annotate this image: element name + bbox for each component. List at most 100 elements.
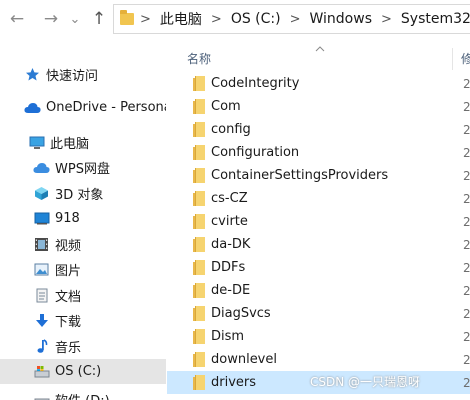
star-icon xyxy=(24,66,41,83)
sidebar-item-label: 3D 对象 xyxy=(55,188,104,203)
sidebar-item-documents[interactable]: 文档 xyxy=(0,283,166,308)
file-list: 名称 修 CodeIntegrity 2 Com 2 config 2 Configu… xyxy=(167,38,470,400)
sidebar-item-software-d[interactable]: 软件 (D:) xyxy=(0,387,166,400)
film-icon xyxy=(33,236,50,253)
folder-icon xyxy=(193,76,205,91)
sidebar-item-this-pc[interactable]: 此电脑 xyxy=(0,130,166,155)
document-icon xyxy=(33,287,50,304)
list-item[interactable]: cs-CZ 2 xyxy=(167,187,470,210)
folder-date: 2 xyxy=(463,237,470,252)
folder-icon xyxy=(193,352,205,367)
sidebar-item-label: 此电脑 xyxy=(50,137,90,152)
sidebar-item-3d-objects[interactable]: 3D 对象 xyxy=(0,181,166,206)
list-item[interactable]: DiagSvcs 2 xyxy=(167,302,470,325)
folder-date: 2 xyxy=(463,283,470,298)
breadcrumb-this-pc[interactable]: 此电脑 xyxy=(160,9,202,29)
list-item[interactable]: Dism 2 xyxy=(167,325,470,348)
back-button[interactable]: ← xyxy=(6,8,28,30)
breadcrumb-os-c[interactable]: OS (C:) xyxy=(231,11,281,27)
list-item[interactable]: Configuration 2 xyxy=(167,141,470,164)
folder-date: 2 xyxy=(463,375,470,390)
sidebar-item-918[interactable]: 918 xyxy=(0,206,166,231)
sidebar-item-label: 文档 xyxy=(55,290,82,305)
folder-icon xyxy=(193,122,205,137)
folder-icon xyxy=(193,306,205,321)
sidebar-item-label: OS (C:) xyxy=(55,364,102,379)
folder-icon xyxy=(193,237,205,252)
breadcrumb-separator: > xyxy=(381,11,392,27)
sort-up-icon xyxy=(315,44,325,55)
breadcrumb-system32[interactable]: System32 xyxy=(401,11,470,27)
recent-locations-button[interactable]: ⌄ xyxy=(64,8,86,30)
list-item[interactable]: DDFs 2 xyxy=(167,256,470,279)
up-button[interactable]: ↑ xyxy=(88,8,110,30)
address-bar[interactable]: > 此电脑 > OS (C:) > Windows > System32 xyxy=(113,4,470,34)
folder-icon xyxy=(193,168,205,183)
folder-name: drivers xyxy=(211,375,257,390)
folder-name: cvirte xyxy=(211,214,248,229)
folder-date: 2 xyxy=(463,306,470,321)
folder-icon xyxy=(193,99,205,114)
drive-icon xyxy=(33,391,50,400)
sidebar-item-music[interactable]: 音乐 xyxy=(0,334,166,359)
column-divider[interactable] xyxy=(452,48,453,70)
cloud-icon xyxy=(24,99,41,116)
cube-icon xyxy=(33,185,50,202)
list-item[interactable]: de-DE 2 xyxy=(167,279,470,302)
folder-name: downlevel xyxy=(211,352,277,367)
list-item[interactable]: ContainerSettingsProviders 2 xyxy=(167,164,470,187)
sidebar-item-wps-drive[interactable]: WPS网盘 xyxy=(0,155,166,180)
folder-name: DiagSvcs xyxy=(211,306,271,321)
list-item[interactable]: Com 2 xyxy=(167,95,470,118)
folder-name: config xyxy=(211,122,251,137)
folder-date: 2 xyxy=(463,329,470,344)
folder-icon xyxy=(193,214,205,229)
folder-date: 2 xyxy=(463,99,470,114)
list-item[interactable]: da-DK 2 xyxy=(167,233,470,256)
navigation-bar: ← → ⌄ ↑ > 此电脑 > OS (C:) > Windows > Syst… xyxy=(0,0,470,38)
sidebar-item-label: 918 xyxy=(55,211,80,226)
folder-name: da-DK xyxy=(211,237,251,252)
folder-date: 2 xyxy=(463,260,470,275)
sidebar-item-quick-access[interactable]: 快速访问 xyxy=(0,62,166,87)
sidebar-item-onedrive[interactable]: OneDrive - Persona xyxy=(0,95,166,120)
music-icon xyxy=(33,338,50,355)
column-header-name[interactable]: 名称 xyxy=(187,50,211,67)
cloud-icon xyxy=(33,159,50,176)
column-header-row: 名称 修 xyxy=(167,46,470,70)
download-icon xyxy=(33,312,50,329)
folder-name: Configuration xyxy=(211,145,300,160)
watermark: CSDN @一只瑞恩呀 xyxy=(310,375,421,389)
folder-name: DDFs xyxy=(211,260,246,275)
folder-icon xyxy=(193,283,205,298)
sidebar-item-label: 图片 xyxy=(55,264,82,279)
folder-date: 2 xyxy=(463,145,470,160)
list-item[interactable]: downlevel 2 xyxy=(167,348,470,371)
folder-date: 2 xyxy=(463,76,470,91)
list-item[interactable]: CodeIntegrity 2 xyxy=(167,72,470,95)
sidebar-item-videos[interactable]: 视频 xyxy=(0,232,166,257)
computer-icon xyxy=(28,134,45,151)
forward-arrow-icon: → xyxy=(43,9,59,29)
folder-icon xyxy=(193,145,205,160)
sidebar-item-label: 视频 xyxy=(55,239,82,254)
sidebar-item-label: 快速访问 xyxy=(46,69,99,84)
sidebar-item-label: WPS网盘 xyxy=(55,162,110,177)
forward-button[interactable]: → xyxy=(40,8,62,30)
folder-name: Com xyxy=(211,99,241,114)
sidebar-item-downloads[interactable]: 下载 xyxy=(0,308,166,333)
folder-date: 2 xyxy=(463,168,470,183)
sidebar-item-label: 音乐 xyxy=(55,341,82,356)
sidebar-item-os-c[interactable]: OS (C:) xyxy=(0,359,166,384)
list-item[interactable]: config 2 xyxy=(167,118,470,141)
breadcrumb-separator: > xyxy=(140,11,151,27)
column-header-date[interactable]: 修 xyxy=(461,50,470,67)
sidebar-item-label: 软件 (D:) xyxy=(55,390,110,400)
breadcrumb-windows[interactable]: Windows xyxy=(310,11,373,27)
sidebar-item-pictures[interactable]: 图片 xyxy=(0,257,166,282)
folder-date: 2 xyxy=(463,191,470,206)
folder-name: ContainerSettingsProviders xyxy=(211,168,389,183)
list-item[interactable]: cvirte 2 xyxy=(167,210,470,233)
folder-date: 2 xyxy=(463,122,470,137)
drive-icon xyxy=(33,363,50,380)
